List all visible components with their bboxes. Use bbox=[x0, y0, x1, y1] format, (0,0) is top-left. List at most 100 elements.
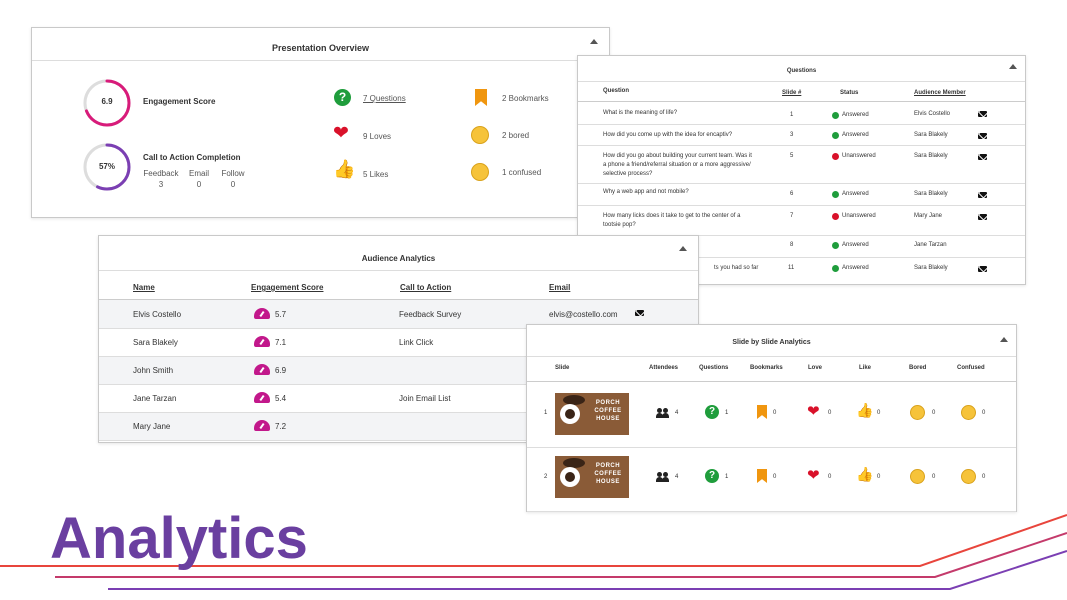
status-dot bbox=[832, 153, 839, 160]
question-slide: 8 bbox=[790, 242, 794, 248]
question-text-line2: a phone a friend/referral situation or a… bbox=[603, 162, 751, 168]
audience-title: Audience Analytics bbox=[361, 254, 436, 263]
bored-emoji-icon bbox=[910, 405, 925, 420]
question-text: What is the meaning of life? bbox=[603, 110, 678, 116]
col-engagement-score[interactable]: Engagement Score bbox=[251, 283, 323, 292]
status-dot bbox=[832, 265, 839, 272]
question-slide: 5 bbox=[790, 153, 794, 159]
collapse-icon[interactable] bbox=[679, 246, 687, 251]
slide-number: 1 bbox=[544, 410, 548, 416]
slide-thumbnail-text: PORCH COFFEE HOUSE bbox=[594, 400, 622, 422]
engagement-value: 6.9 bbox=[101, 97, 113, 106]
confused-stat: 1 confused bbox=[502, 168, 542, 177]
slide-bored: 0 bbox=[932, 410, 936, 416]
audience-email: elvis@costello.com bbox=[549, 310, 618, 319]
slide-love: 0 bbox=[828, 474, 832, 480]
col-slide[interactable]: Slide # bbox=[782, 90, 801, 96]
mail-icon[interactable] bbox=[978, 266, 987, 272]
confused-emoji-icon bbox=[961, 405, 976, 420]
slides-title: Slide by Slide Analytics bbox=[732, 339, 811, 346]
mail-icon[interactable] bbox=[635, 310, 644, 316]
questions-link[interactable]: 7 Questions bbox=[363, 94, 406, 103]
mail-icon[interactable] bbox=[978, 214, 987, 220]
question-status: Answered bbox=[842, 265, 869, 271]
slide-thumbnail[interactable]: PORCH COFFEE HOUSE bbox=[555, 393, 629, 435]
question-text-line2: tootsie pop? bbox=[603, 222, 636, 228]
bookmarks-stat: 2 Bookmarks bbox=[502, 94, 549, 103]
question-member: Sara Blakely bbox=[914, 265, 948, 271]
mail-icon[interactable] bbox=[978, 154, 987, 160]
audience-name: Mary Jane bbox=[133, 422, 171, 431]
audience-cta: Join Email List bbox=[399, 394, 451, 403]
gauge-icon bbox=[254, 364, 270, 375]
confused-emoji-icon bbox=[961, 469, 976, 484]
thumbs-up-icon: 👍 bbox=[856, 466, 874, 482]
cta-label: Call to Action Completion bbox=[143, 153, 241, 162]
mail-icon[interactable] bbox=[978, 111, 987, 117]
col-questions: Questions bbox=[699, 365, 729, 371]
col-email[interactable]: Email bbox=[549, 283, 570, 292]
heart-icon: ❤ bbox=[807, 467, 820, 484]
slide-thumbnail[interactable]: PORCH COFFEE HOUSE bbox=[555, 456, 629, 498]
question-text: How did you go about building your curre… bbox=[603, 153, 752, 159]
status-dot bbox=[832, 132, 839, 139]
bored-stat: 2 bored bbox=[502, 131, 530, 140]
mail-icon[interactable] bbox=[978, 133, 987, 139]
audience-score: 5.7 bbox=[275, 310, 287, 319]
bookmark-icon bbox=[475, 89, 487, 106]
attendees-icon bbox=[656, 472, 669, 482]
question-text: How did you come up with the idea for en… bbox=[603, 132, 733, 138]
question-text: Why a web app and not mobile? bbox=[603, 189, 689, 195]
collapse-icon[interactable] bbox=[1000, 337, 1008, 342]
bookmark-icon bbox=[757, 405, 767, 419]
question-slide: 11 bbox=[788, 265, 795, 271]
gauge-icon bbox=[254, 420, 270, 431]
audience-name: Elvis Costello bbox=[133, 310, 182, 319]
cta-follow-label: Follow bbox=[221, 169, 245, 178]
question-icon: ? bbox=[705, 469, 719, 483]
likes-stat: 5 Likes bbox=[363, 170, 389, 179]
slide-like: 0 bbox=[877, 474, 881, 480]
question-slide: 7 bbox=[790, 213, 794, 219]
question-member: Sara Blakely bbox=[914, 132, 948, 138]
col-call-to-action[interactable]: Call to Action bbox=[400, 283, 451, 292]
slide-analytics-panel: Slide by Slide Analytics Slide Attendees… bbox=[526, 324, 1017, 512]
slide-confused: 0 bbox=[982, 410, 986, 416]
slide-bored: 0 bbox=[932, 474, 936, 480]
collapse-icon[interactable] bbox=[1009, 64, 1017, 69]
audience-cta: Feedback Survey bbox=[399, 310, 462, 319]
thumbs-up-icon: 👍 bbox=[856, 402, 874, 418]
question-text: How many licks does it take to get to th… bbox=[603, 213, 741, 219]
question-member: Sara Blakely bbox=[914, 153, 948, 159]
slide-attendees: 4 bbox=[675, 474, 679, 480]
audience-score: 5.4 bbox=[275, 394, 287, 403]
slide-attendees: 4 bbox=[675, 410, 679, 416]
presentation-overview-panel: Presentation Overview 6.9 Engagement Sco… bbox=[31, 27, 610, 218]
bored-emoji-icon bbox=[471, 126, 489, 144]
question-slide: 1 bbox=[790, 112, 794, 118]
question-icon: ? bbox=[334, 89, 351, 106]
slide-bookmarks: 0 bbox=[773, 474, 777, 480]
gauge-icon bbox=[254, 336, 270, 347]
col-love: Love bbox=[808, 365, 823, 371]
question-member: Elvis Costello bbox=[914, 111, 951, 117]
col-name[interactable]: Name bbox=[133, 283, 155, 292]
col-slide: Slide bbox=[555, 365, 570, 371]
overview-title: Presentation Overview bbox=[271, 43, 370, 53]
col-bored: Bored bbox=[909, 365, 927, 371]
question-member: Sara Blakely bbox=[914, 191, 948, 197]
status-dot bbox=[832, 213, 839, 220]
questions-title: Questions bbox=[786, 68, 817, 74]
slide-like: 0 bbox=[877, 410, 881, 416]
cta-value: 57% bbox=[98, 162, 115, 171]
question-status: Answered bbox=[842, 132, 869, 138]
question-slide: 3 bbox=[790, 132, 794, 138]
question-status: Unanswered bbox=[842, 153, 876, 159]
collapse-icon[interactable] bbox=[590, 39, 598, 44]
col-status: Status bbox=[840, 90, 859, 96]
mail-icon[interactable] bbox=[978, 192, 987, 198]
col-member[interactable]: Audience Member bbox=[914, 90, 966, 96]
slide-thumbnail-text: PORCH COFFEE HOUSE bbox=[594, 463, 622, 485]
audience-score: 7.2 bbox=[275, 422, 287, 431]
question-status: Answered bbox=[842, 191, 869, 197]
